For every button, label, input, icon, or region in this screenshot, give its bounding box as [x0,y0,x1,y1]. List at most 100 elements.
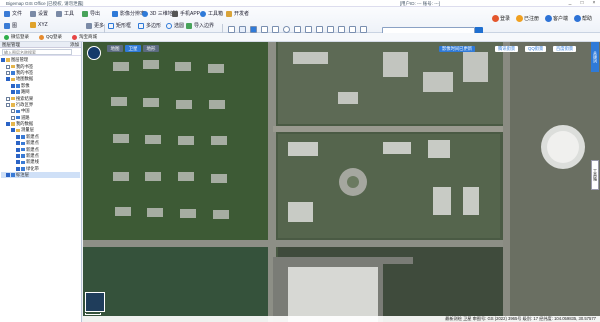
menu-tools[interactable]: 工具 [56,10,74,17]
toolbox-side-label[interactable]: 工具箱 [591,160,599,190]
qq-login[interactable]: QQ登录 [39,34,62,40]
layer-checkbox[interactable] [11,128,15,133]
scale-bar [85,313,101,315]
hand-icon[interactable] [228,26,235,33]
menu-developer[interactable]: 开发者 [226,10,249,17]
pointer-icon[interactable] [239,26,246,33]
tool-polygon[interactable]: 多边形 [138,22,161,29]
tool-xyz[interactable]: XYZ [30,22,48,28]
menu-export[interactable]: 导出 [82,10,100,17]
layer-checkbox[interactable] [6,173,10,178]
layer-checkbox[interactable] [16,141,20,146]
tool-import-boundary[interactable]: 导入边界 [186,22,214,29]
circle-draw-icon[interactable] [283,26,290,33]
layer-tree-item[interactable]: 标注层 [1,172,80,179]
measure-icon[interactable] [338,26,345,33]
layer-label: 新建点 [26,140,39,146]
vip-icon [515,15,523,22]
folder-icon [11,64,15,69]
layer-checkbox[interactable] [11,109,15,114]
login-button[interactable]: 登录 [491,15,510,22]
layer-checkbox[interactable] [11,90,15,95]
rect-icon [108,22,114,29]
wechat-login[interactable]: 微信登录 [4,34,29,40]
register-button[interactable]: 已注册 [515,15,539,22]
more-icon [86,22,92,29]
rectangle-draw-icon[interactable] [294,26,301,33]
status-bar: 最新测绘 卫星 审图号: GS (2022) 3965号 级别: 17 经纬度:… [83,316,600,322]
satellite-imagery [83,42,600,322]
layer-checkbox[interactable] [1,58,5,63]
layer-label: 新建点 [26,133,39,139]
taobao-store[interactable]: 淘宝商城 [72,34,97,40]
layer-icon [11,71,15,75]
layer-checkbox[interactable] [6,96,10,101]
label-icon[interactable] [327,26,334,33]
layer-checkbox[interactable] [16,134,20,139]
sub-toolbar: 微信登录 QQ登录 淘宝商城 [0,33,600,42]
minimize-button[interactable]: _ [564,0,576,7]
layer-label: 路网 [21,89,30,95]
menu-file[interactable]: 文件 [4,10,22,17]
menu-mobile-app[interactable]: 手机APP [172,10,200,17]
close-button[interactable]: × [588,0,600,7]
wechat-icon [4,34,9,40]
imagery-update-badge[interactable]: 影像时间已更新 [439,46,476,52]
tab-satellite[interactable]: 卫星 [125,45,141,52]
grid-icon[interactable] [360,26,367,33]
layer-icon [21,135,25,139]
folder-icon [16,128,20,133]
map-view[interactable]: 地图 卫星 地形 影像时间已更新 腾讯街景 QQ街景 百度街景 关键词 工具箱 … [83,42,600,322]
marker-icon[interactable] [250,26,257,33]
layer-checkbox[interactable] [6,77,10,82]
folder-icon [6,58,10,62]
layer-checkbox[interactable] [16,160,20,165]
layer-checkbox[interactable] [11,83,15,88]
tool-rectangle[interactable]: 矩形框 [108,22,131,29]
file-icon [4,10,10,17]
maximize-button[interactable]: □ [576,0,588,7]
layer-label: 搜索结果 [16,95,34,101]
layer-checkbox[interactable] [11,115,15,120]
layer-icon [21,160,25,165]
client-button[interactable]: 客户端 [544,15,568,22]
layer-search-input[interactable] [2,49,72,55]
arc-icon[interactable] [305,26,312,33]
folder-icon [11,122,15,126]
menu-toolbox[interactable]: 工具箱 [200,10,223,17]
circle-icon [166,22,172,29]
layer-checkbox[interactable] [6,102,10,107]
layer-checkbox[interactable] [16,166,20,171]
polyline-icon[interactable] [272,26,279,33]
shop-icon [72,34,78,40]
menu-resolution[interactable]: 影像分辨率 [112,10,145,17]
line-icon[interactable] [261,26,268,33]
map-logo [87,46,101,60]
baidu-streetview-button[interactable]: 百度街景 [553,46,577,52]
tool-map[interactable]: 图 [4,22,17,29]
menu-settings[interactable]: 设置 [30,10,48,17]
layer-label: 地图数据 [16,76,34,82]
qq-icon [39,34,44,40]
panel-title: 图层管理 [2,42,20,47]
ribbon: 文件 设置 工具 导出 影像分辨率 3D 三维地球 手机APP 工具箱 开发者 … [0,7,600,36]
qq-streetview-button[interactable]: QQ街景 [525,46,547,52]
tencent-streetview-button[interactable]: 腾讯街景 [495,46,519,52]
layer-checkbox[interactable] [16,147,20,152]
minimap[interactable] [85,292,105,312]
tool-circle[interactable]: 选圆 [166,22,184,29]
layer-checkbox[interactable] [6,122,10,127]
layer-icon [21,147,25,152]
help-button[interactable]: 帮助 [573,15,592,22]
layer-checkbox[interactable] [6,70,10,75]
layer-checkbox[interactable] [6,64,10,69]
layer-icon [21,141,25,146]
tab-map[interactable]: 地图 [107,45,123,52]
eraser-icon[interactable] [349,26,356,33]
layer-checkbox[interactable] [16,154,20,159]
shape-icon[interactable] [316,26,323,33]
layer-label: 标注层 [16,172,29,178]
tab-terrain[interactable]: 地形 [143,45,159,52]
keyword-side-button[interactable]: 关键词 [591,42,599,72]
tool-more[interactable]: 更多 [86,22,104,29]
